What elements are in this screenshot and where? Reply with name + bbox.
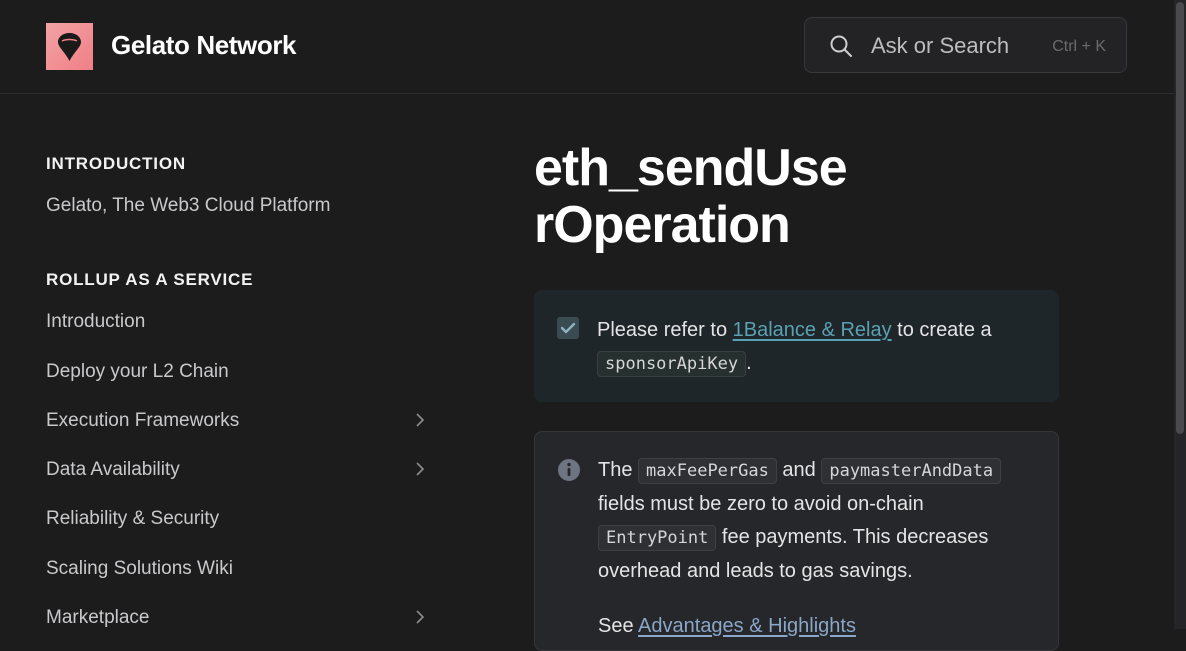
- sidebar-item-label: Introduction: [46, 311, 146, 332]
- callout-text: The: [598, 459, 639, 481]
- sidebar-item-data-availability[interactable]: Data Availability: [46, 459, 426, 481]
- advantages-highlights-link[interactable]: Advantages & Highlights: [638, 615, 856, 637]
- callout-text: and: [776, 459, 822, 481]
- sidebar-section-introduction: INTRODUCTION: [46, 154, 186, 173]
- chevron-right-icon[interactable]: [414, 609, 426, 631]
- success-callout: Please refer to 1Balance & Relay to crea…: [534, 290, 1059, 402]
- gelato-logo-icon: [58, 33, 81, 61]
- code-entry-point: EntryPoint: [598, 525, 717, 551]
- sidebar-item-label: Gelato, The Web3 Cloud Platform: [46, 195, 331, 216]
- sidebar-item-scaling-wiki[interactable]: Scaling Solutions Wiki: [46, 558, 426, 580]
- chevron-right-icon[interactable]: [414, 412, 426, 434]
- sidebar-item-label: Reliability & Security: [46, 508, 220, 529]
- gelato-logo[interactable]: [46, 23, 93, 70]
- see-line: See Advantages & Highlights: [598, 610, 1032, 643]
- sidebar-item-label: Data Availability: [46, 459, 180, 480]
- code-sponsor-api-key: sponsorApiKey: [597, 351, 747, 377]
- sidebar-item-label: Scaling Solutions Wiki: [46, 558, 233, 579]
- search-box[interactable]: Ask or Search Ctrl + K: [804, 17, 1127, 73]
- callout-text: .: [746, 352, 752, 374]
- sidebar-item-reliability-security[interactable]: Reliability & Security: [46, 508, 426, 530]
- info-callout-text: The maxFeePerGas and paymasterAndData fi…: [598, 454, 1032, 643]
- code-paymaster-and-data: paymasterAndData: [821, 458, 1002, 484]
- info-callout: The maxFeePerGas and paymasterAndData fi…: [534, 431, 1059, 651]
- sidebar-item-label: Execution Frameworks: [46, 410, 240, 431]
- sidebar-item-marketplace[interactable]: Marketplace: [46, 607, 426, 629]
- sidebar-item-execution-frameworks[interactable]: Execution Frameworks: [46, 410, 426, 432]
- sidebar-item-introduction[interactable]: Introduction: [46, 311, 426, 333]
- callout-text: fields must be zero to avoid on-chain: [598, 493, 924, 515]
- search-placeholder: Ask or Search: [871, 33, 1010, 58]
- site-title[interactable]: Gelato Network: [111, 30, 297, 61]
- page-scrollbar[interactable]: [1174, 0, 1186, 629]
- chevron-right-icon[interactable]: [414, 461, 426, 483]
- page-title: eth_sendUserOperation: [534, 139, 848, 254]
- search-shortcut: Ctrl + K: [1052, 38, 1106, 55]
- sidebar-item-label: Deploy your L2 Chain: [46, 361, 229, 382]
- callout-text: to create a: [891, 319, 992, 341]
- search-icon: [829, 34, 853, 63]
- sidebar-item-gelato-platform[interactable]: Gelato, The Web3 Cloud Platform: [46, 195, 426, 217]
- sidebar-item-label: Marketplace: [46, 607, 150, 628]
- scrollbar-thumb[interactable]: [1176, 2, 1184, 434]
- check-icon: [556, 316, 580, 345]
- top-header: Gelato Network Ask or Search Ctrl + K: [0, 0, 1174, 94]
- balance-relay-link[interactable]: 1Balance & Relay: [733, 319, 892, 341]
- success-callout-text: Please refer to 1Balance & Relay to crea…: [597, 314, 1033, 381]
- sidebar-item-deploy-l2[interactable]: Deploy your L2 Chain: [46, 361, 426, 383]
- info-icon: [557, 458, 581, 487]
- callout-text: Please refer to: [597, 319, 733, 341]
- callout-text: See: [598, 615, 639, 637]
- code-max-fee-per-gas: maxFeePerGas: [638, 458, 777, 484]
- sidebar-section-rollup: ROLLUP AS A SERVICE: [46, 270, 254, 289]
